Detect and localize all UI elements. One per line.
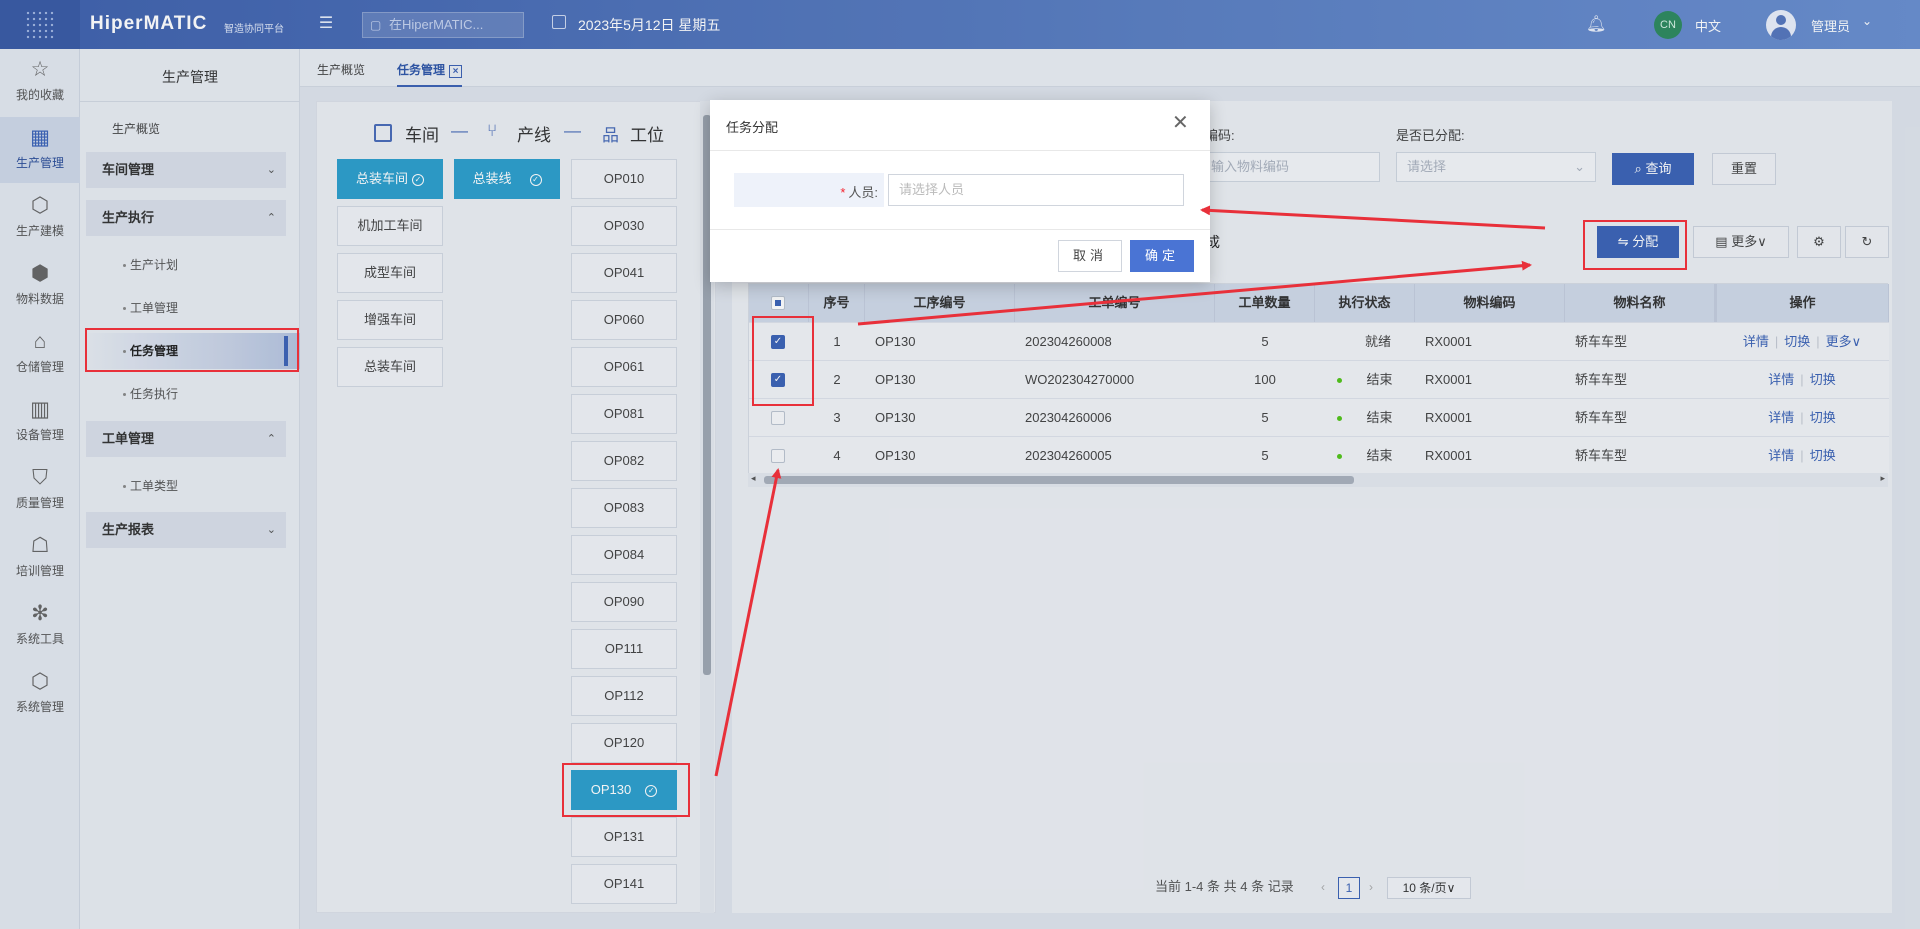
arrow-rows-to-assign xyxy=(857,260,1532,326)
arrow-station-to-table xyxy=(714,468,782,777)
annotation-arrows xyxy=(714,205,1546,777)
arrow-assign-to-dialog xyxy=(1200,205,1546,230)
